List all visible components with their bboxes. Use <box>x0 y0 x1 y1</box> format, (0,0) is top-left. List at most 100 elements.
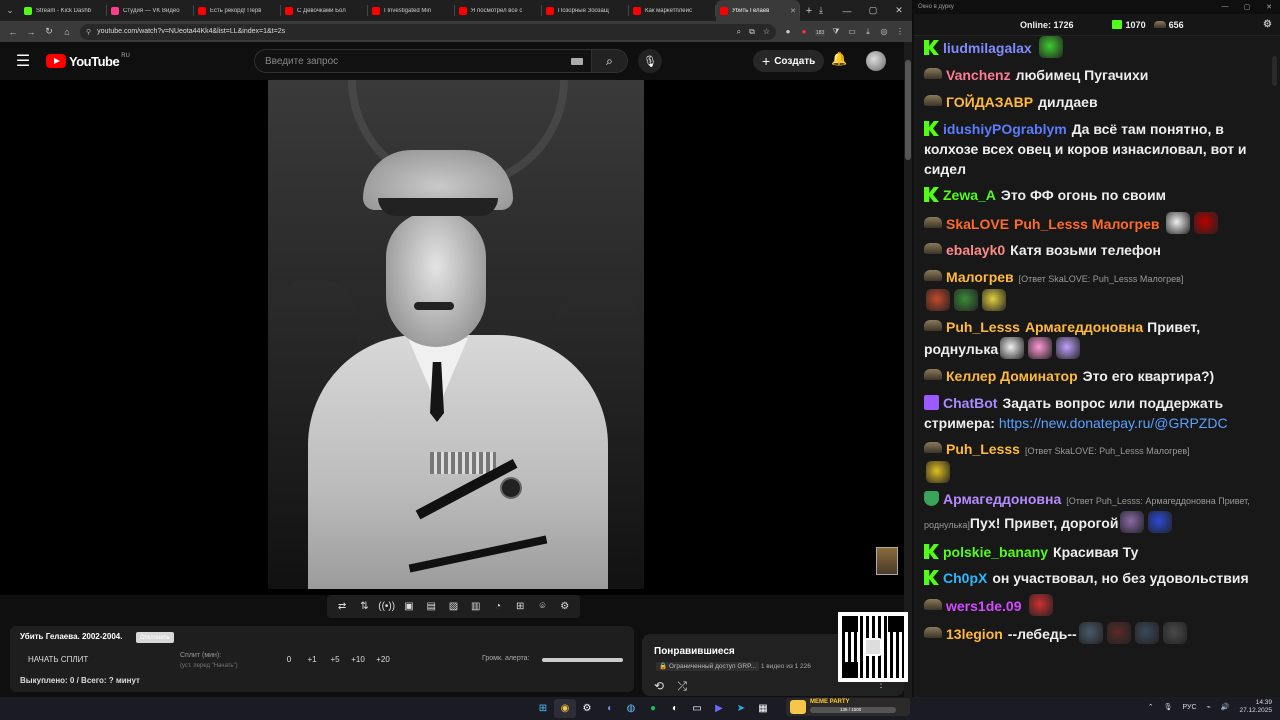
taskbar-clock[interactable]: 14:39 27.12.2025 <box>1239 699 1272 715</box>
loop-icon[interactable]: ⇄ <box>331 601 353 612</box>
browser-tab[interactable]: Есть рекорд! Перв <box>194 0 281 21</box>
settings-gear-icon[interactable]: ⚙ <box>554 601 576 612</box>
tab-search-icon[interactable]: ⌄ <box>0 0 20 21</box>
browser-tab[interactable]: С Девочками Бол <box>281 0 368 21</box>
chat-link[interactable]: https://new.donatepay.ru/@GRPZDC <box>999 415 1228 431</box>
input-language[interactable]: РУС <box>1182 704 1196 711</box>
sidepanel-icon[interactable]: ▭ <box>844 27 860 36</box>
app-icon-8[interactable]: ▶ <box>708 699 730 718</box>
chat-username[interactable]: Армагеддоновна <box>943 491 1061 507</box>
speed-icon[interactable]: ◔ <box>487 601 509 612</box>
chrome-menu-icon[interactable]: ⋮ <box>892 27 908 36</box>
shuffle-icon[interactable]: ⤮ <box>677 679 687 693</box>
split-minute-button[interactable]: +20 <box>370 655 396 664</box>
tray-network-icon[interactable]: ⌁ <box>1207 703 1211 711</box>
chat-username[interactable]: Vanchenz <box>946 67 1011 83</box>
video-player[interactable] <box>0 80 904 595</box>
browser-tab[interactable]: Stream - Kick Dashb <box>20 0 107 21</box>
keyboard-icon[interactable] <box>571 57 583 65</box>
page-scrollbar[interactable] <box>904 42 912 697</box>
chat-username[interactable]: Puh_Lesss <box>946 319 1020 335</box>
browser-tab[interactable]: Убить Гелаев ✕ <box>716 0 800 21</box>
chat-maximize-button[interactable]: ▢ <box>1236 3 1258 11</box>
close-window-button[interactable]: ✕ <box>886 5 912 16</box>
chat-scrollbar-thumb[interactable] <box>1272 56 1277 86</box>
extension-dot-icon[interactable]: ● <box>780 27 796 36</box>
close-tab-icon[interactable]: ✕ <box>790 7 796 15</box>
chat-mention[interactable]: Армагеддоновна <box>1025 319 1143 335</box>
chat-username[interactable]: 13legion <box>946 626 1003 642</box>
account-avatar[interactable] <box>866 51 886 71</box>
search-button[interactable]: ⌕ <box>592 49 628 73</box>
frames-icon[interactable]: ▥ <box>465 601 487 612</box>
chat-username[interactable]: liudmilagalax <box>943 40 1032 56</box>
chat-username[interactable]: ГОЙДАЗАВР <box>946 94 1033 110</box>
extension-badge[interactable]: 183 <box>812 27 828 36</box>
url-field[interactable]: ⚲ youtube.com/watch?v=NUeota44Kk4&list=L… <box>80 23 776 40</box>
scrollbar-thumb[interactable] <box>905 60 911 160</box>
crop-icon[interactable]: ▨ <box>442 601 464 612</box>
split-minute-button[interactable]: +5 <box>324 655 346 664</box>
chat-username[interactable]: idushiyPOgrablym <box>943 121 1067 137</box>
chat-minimize-button[interactable]: — <box>1214 3 1236 11</box>
clapper-icon[interactable]: ▤ <box>420 601 442 612</box>
split-minute-button[interactable]: +10 <box>346 655 370 664</box>
tray-volume-icon[interactable]: 🔊 <box>1221 703 1230 711</box>
alert-volume-slider[interactable] <box>542 658 623 662</box>
start-menu-icon[interactable]: ⊞ <box>532 699 554 718</box>
guide-menu-icon[interactable]: ☰ <box>0 51 46 71</box>
notifications-bell-icon[interactable]: 🔔 <box>831 51 847 67</box>
chat-scrollbar[interactable] <box>1272 36 1278 686</box>
forward-button[interactable]: → <box>22 27 40 37</box>
loop-playlist-icon[interactable]: ⟲ <box>654 679 664 693</box>
chat-username[interactable]: Малогрев <box>946 269 1014 285</box>
download-icon[interactable]: ⤓ <box>808 5 834 16</box>
search-input[interactable]: Введите запрос <box>254 49 592 73</box>
browser-tab[interactable]: I Investigated Min <box>368 0 455 21</box>
chat-mention[interactable]: Puh_Lesss Малогрев <box>1014 216 1159 232</box>
home-button[interactable]: ⌂ <box>58 27 76 37</box>
split-minute-button[interactable]: +1 <box>300 655 324 664</box>
telegram-app-icon[interactable]: ➤ <box>730 699 752 718</box>
youtube-logo[interactable]: YouTube RU <box>46 53 130 69</box>
obs-app-icon[interactable]: ◐ <box>664 699 686 718</box>
broadcast-icon[interactable]: ((•)) <box>376 601 398 612</box>
chat-settings-icon[interactable]: ⚙ <box>1263 19 1272 30</box>
chat-username[interactable]: polskie_banany <box>943 544 1048 560</box>
chat-username[interactable]: ebalayk0 <box>946 242 1005 258</box>
voice-search-button[interactable]: 🎙 <box>638 49 662 73</box>
spotify-app-icon[interactable]: ● <box>642 699 664 718</box>
profile-icon[interactable]: ◎ <box>876 27 892 36</box>
screenshot-icon[interactable]: ⌾ <box>532 601 554 612</box>
tray-mic-icon[interactable]: 🎙 <box>1164 703 1173 711</box>
chat-close-button[interactable]: ✕ <box>1258 3 1280 11</box>
download-toolbar-icon[interactable]: ⤓ <box>860 27 876 37</box>
browser-tab[interactable]: Я посмотрел все с <box>455 0 542 21</box>
minimize-button[interactable]: — <box>834 6 860 16</box>
extension-red-icon[interactable]: ● <box>796 27 812 36</box>
cast-icon[interactable]: ⧉ <box>749 27 755 37</box>
chat-username[interactable]: Келлер Доминатор <box>946 368 1078 384</box>
browser-tab[interactable]: Студия — VK Видео <box>107 0 194 21</box>
sort-icon[interactable]: ⇅ <box>353 601 375 612</box>
browser-tab[interactable]: Позорные Зоозащ <box>542 0 629 21</box>
site-info-icon[interactable]: ⚲ <box>86 28 91 36</box>
extensions-puzzle-icon[interactable]: ⧩ <box>828 27 844 37</box>
start-split-button[interactable]: НАЧАТЬ СПЛИТ <box>28 655 88 664</box>
chat-username[interactable]: ChatBot <box>943 395 997 411</box>
chat-username[interactable]: wers1de.09 <box>946 598 1022 614</box>
zoom-icon[interactable]: ⌕ <box>737 27 741 37</box>
settings-app-icon[interactable]: ⚙ <box>576 699 598 718</box>
maximize-button[interactable]: ▢ <box>860 5 886 16</box>
bookmark-star-icon[interactable]: ☆ <box>763 27 770 36</box>
chat-username[interactable]: Ch0pX <box>943 570 987 586</box>
browser-tab[interactable]: Как маркетплейс <box>629 0 716 21</box>
chat-username[interactable]: Zewa_A <box>943 187 996 203</box>
app-icon-7[interactable]: ▭ <box>686 699 708 718</box>
back-button[interactable]: ← <box>4 27 22 37</box>
create-button[interactable]: + Создать <box>753 50 825 72</box>
chat-username[interactable]: SkaLOVE <box>946 216 1009 232</box>
steam-app-icon[interactable]: ◍ <box>620 699 642 718</box>
reload-button[interactable]: ↻ <box>40 26 58 37</box>
chrome-app-icon[interactable]: ◉ <box>554 699 576 718</box>
